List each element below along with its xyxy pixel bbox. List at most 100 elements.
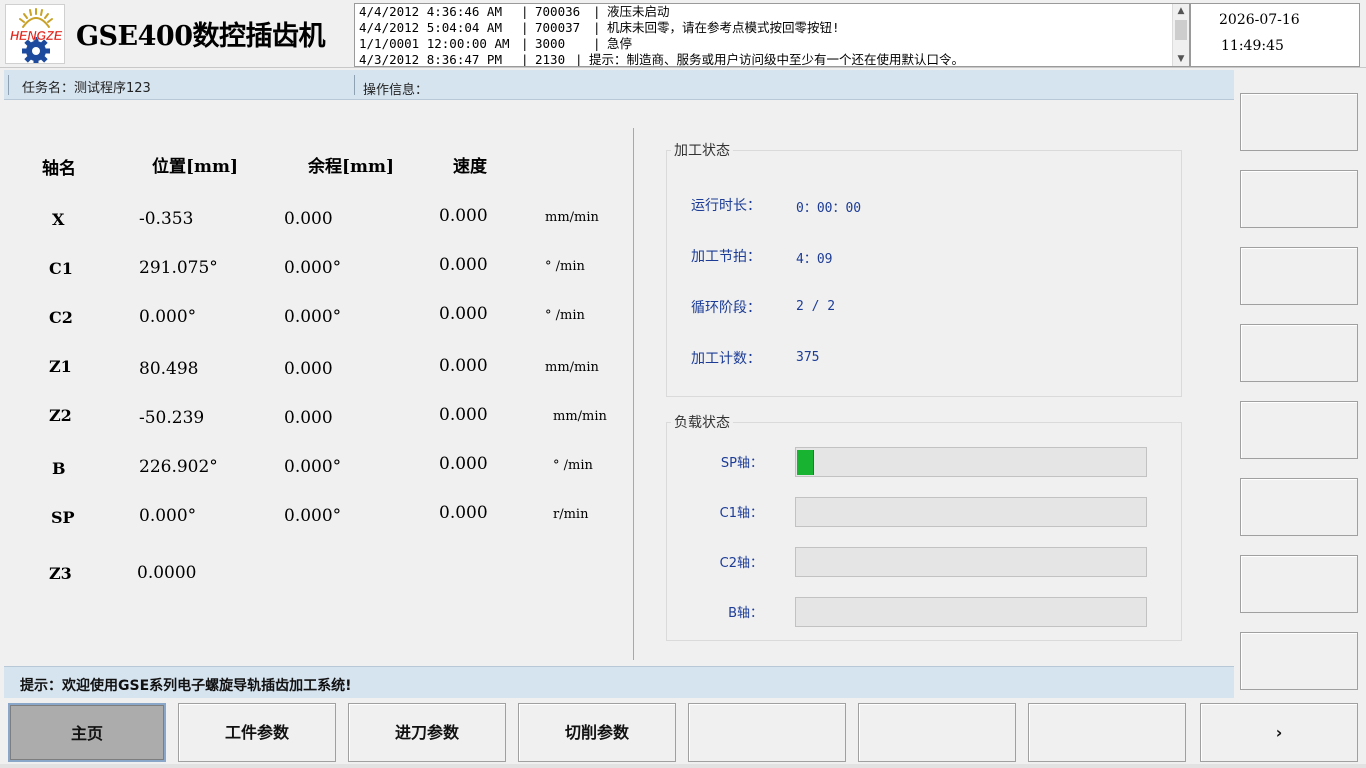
axis-position: 0.0000: [137, 563, 197, 583]
b-load-bar: [795, 597, 1147, 627]
tab-empty-5[interactable]: [688, 703, 846, 762]
operation-info-label: 操作信息：: [363, 83, 429, 98]
axis-remaining: 0.000°: [284, 307, 342, 327]
axis-speed: 0.000: [439, 454, 488, 474]
load-status-title: 负载状态: [671, 412, 733, 432]
scroll-up-arrow-icon[interactable]: ▲: [1173, 4, 1189, 18]
bottom-edge: [0, 764, 1366, 768]
alarm-message: 机床未回零，请在参考点模式按回零按钮!: [607, 20, 840, 35]
axis-name: SP: [51, 508, 75, 527]
datetime-display: 2026-07-16 11:49:45: [1190, 3, 1360, 67]
axis-speed: 0.000: [439, 206, 488, 226]
axis-remaining: 0.000°: [284, 506, 342, 526]
axis-speed: 0.000: [439, 356, 488, 376]
alarm-separator: |: [575, 52, 583, 67]
alarm-message: 提示：制造商、服务或用户访问级中至少有一个还在使用默认口令。: [589, 52, 965, 67]
side-softkey-8[interactable]: [1240, 632, 1358, 690]
alarm-separator: |: [521, 4, 529, 19]
axis-position: 80.498: [139, 359, 199, 379]
app-title: GSE400数控插齿机: [76, 21, 326, 52]
hint-text: 提示：欢迎使用GSE系列电子螺旋导轨插齿加工系统!: [20, 678, 352, 694]
axis-speed: 0.000: [439, 503, 488, 523]
time-text: 11:49:45: [1221, 38, 1284, 54]
axis-speed-unit: mm/min: [553, 409, 607, 424]
tab-home[interactable]: 主页: [8, 703, 166, 762]
axis-name: Z1: [49, 357, 72, 376]
alarm-time: 4/3/2012 8:36:47 PM: [359, 52, 502, 67]
cycle-stage-value: 2 / 2: [796, 299, 836, 314]
axis-remaining: 0.000: [284, 359, 333, 379]
axis-position: 0.000°: [139, 307, 197, 327]
alarm-code: 2130: [535, 52, 566, 67]
tab-empty-6[interactable]: [858, 703, 1016, 762]
alarm-time: 4/4/2012 4:36:46 AM: [359, 4, 502, 19]
tab-workpiece-params[interactable]: 工件参数: [178, 703, 336, 762]
alarm-separator: |: [521, 20, 529, 35]
b-load-label: B轴：: [728, 606, 763, 621]
run-time-label: 运行时长：: [691, 198, 761, 214]
scroll-thumb[interactable]: [1175, 20, 1187, 40]
axis-speed: 0.000: [439, 405, 488, 425]
c2-load-label: C2轴：: [719, 556, 763, 571]
axis-speed: 0.000: [439, 255, 488, 275]
axis-name: X: [52, 210, 65, 229]
axis-position: 291.075°: [139, 258, 218, 278]
hengze-logo: HENGZE: [5, 4, 65, 64]
cycle-time-label: 加工节拍：: [691, 249, 761, 265]
part-count-value: 375: [796, 350, 820, 365]
task-name-label: 任务名：测试程序123: [22, 81, 151, 96]
side-softkey-3[interactable]: [1240, 247, 1358, 305]
alarm-code: 3000: [535, 36, 566, 51]
machining-status-group: 加工状态 运行时长： 0：00：00 加工节拍： 4：09 循环阶段： 2 / …: [666, 140, 1182, 397]
alarm-code: 700037: [535, 20, 581, 35]
c1-load-label: C1轴：: [719, 506, 763, 521]
side-softkey-2[interactable]: [1240, 170, 1358, 228]
alarm-separator: |: [593, 4, 601, 19]
header-bar: HENGZE GSE400数控插齿机 4/4/2012 4:36:46 AM |…: [0, 0, 1366, 68]
axis-name: B: [52, 459, 66, 478]
tab-feed-params[interactable]: 进刀参数: [348, 703, 506, 762]
axis-position: -0.353: [139, 209, 194, 229]
side-softkey-1[interactable]: [1240, 93, 1358, 151]
alarm-separator: |: [593, 20, 601, 35]
axis-speed-unit: ° /min: [545, 259, 585, 274]
axis-remaining: 0.000: [284, 408, 333, 428]
side-softkey-4[interactable]: [1240, 324, 1358, 382]
info-divider: [8, 75, 9, 95]
axis-name: Z3: [49, 564, 72, 583]
header-speed: 速度: [453, 157, 487, 177]
axis-position: -50.239: [139, 408, 205, 428]
axis-speed: 0.000: [439, 304, 488, 324]
logo-text: HENGZE: [10, 29, 63, 43]
main-panel: 轴名 位置[mm] 余程[mm] 速度 X -0.353 0.000 0.000…: [4, 104, 1234, 664]
alarm-separator: |: [593, 36, 601, 51]
c1-load-bar: [795, 497, 1147, 527]
info-bar: 任务名：测试程序123 操作信息：: [4, 70, 1234, 100]
run-time-value: 0：00：00: [796, 201, 862, 216]
side-softkey-7[interactable]: [1240, 555, 1358, 613]
alarm-separator: |: [521, 36, 529, 51]
alarm-message: 液压未启动: [607, 4, 670, 19]
alarm-list[interactable]: 4/4/2012 4:36:46 AM | 700036 | 液压未启动 4/4…: [354, 3, 1190, 67]
cycle-time-value: 4：09: [796, 252, 833, 267]
cycle-stage-label: 循环阶段：: [691, 300, 761, 316]
side-softkey-6[interactable]: [1240, 478, 1358, 536]
machining-status-title: 加工状态: [671, 140, 733, 160]
scroll-down-arrow-icon[interactable]: ▼: [1173, 52, 1189, 66]
axis-position: 226.902°: [139, 457, 218, 477]
panel-divider: [633, 128, 634, 660]
tab-empty-7[interactable]: [1028, 703, 1186, 762]
tab-cutting-params[interactable]: 切削参数: [518, 703, 676, 762]
header-remaining: 余程[mm]: [308, 157, 395, 177]
alarm-separator: |: [521, 52, 529, 67]
side-softkey-5[interactable]: [1240, 401, 1358, 459]
alarm-scrollbar[interactable]: ▲ ▼: [1172, 4, 1189, 66]
hint-bar: 提示：欢迎使用GSE系列电子螺旋导轨插齿加工系统!: [4, 666, 1234, 698]
c2-load-bar: [795, 547, 1147, 577]
next-page-chevron-icon[interactable]: ›: [1200, 703, 1358, 762]
axis-name: Z2: [49, 406, 72, 425]
axis-remaining: 0.000°: [284, 258, 342, 278]
axis-speed-unit: ° /min: [553, 458, 593, 473]
axis-speed-unit: r/min: [553, 507, 589, 522]
axis-position: 0.000°: [139, 506, 197, 526]
